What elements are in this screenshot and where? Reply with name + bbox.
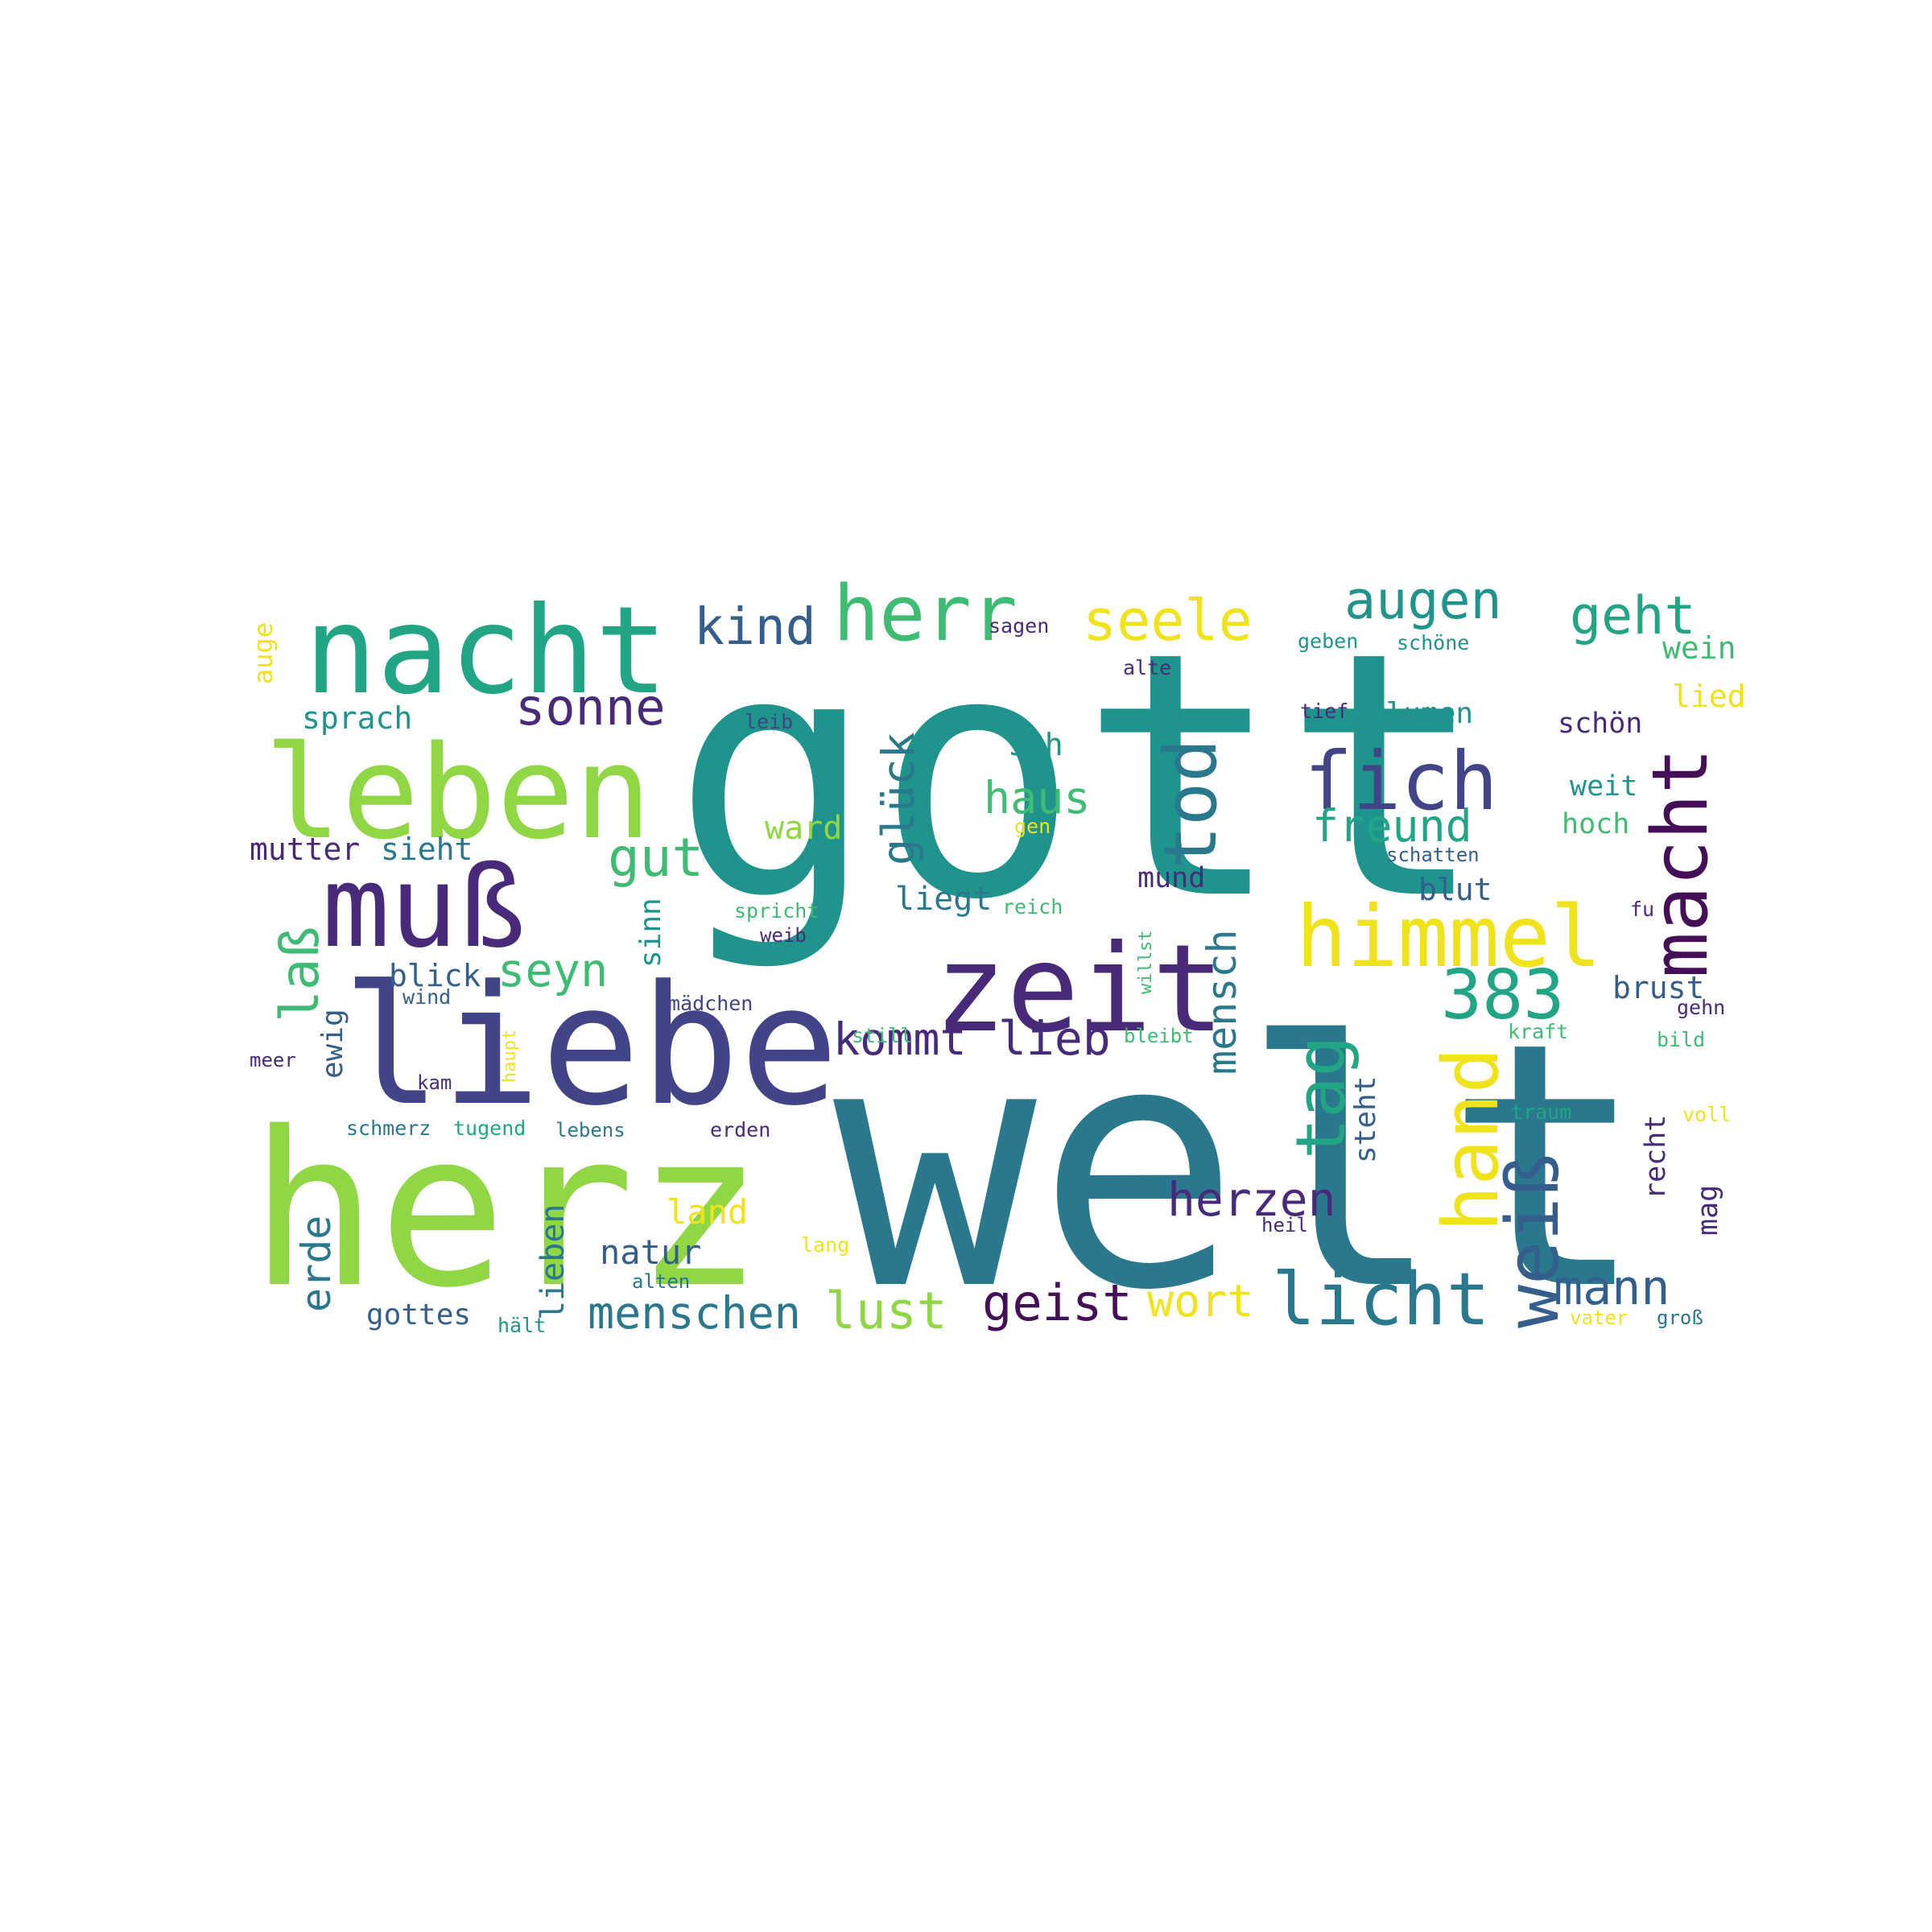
- cloud-word: liegt: [895, 881, 992, 918]
- cloud-word: voll: [1682, 1103, 1731, 1126]
- cloud-word: hält: [497, 1314, 546, 1337]
- cloud-word: lust: [825, 1282, 947, 1340]
- cloud-word: erde: [293, 1216, 340, 1312]
- cloud-word: wort: [1147, 1275, 1253, 1327]
- cloud-word: sagen: [989, 614, 1049, 638]
- cloud-word: mädchen: [668, 992, 753, 1015]
- cloud-word: mag: [1692, 1185, 1724, 1236]
- cloud-word: gehn: [1677, 996, 1725, 1019]
- cloud-word: traum: [1511, 1100, 1571, 1124]
- cloud-word: geben: [1298, 630, 1358, 653]
- cloud-word: haupt: [500, 1030, 520, 1083]
- cloud-word: herzen: [1167, 1172, 1336, 1227]
- cloud-word: gen: [1014, 815, 1051, 838]
- cloud-word: sonne: [515, 678, 666, 737]
- cloud-word: sprach: [302, 700, 412, 736]
- cloud-word: schmerz: [346, 1117, 431, 1140]
- cloud-word: ewig: [316, 1009, 349, 1079]
- cloud-word: weit: [1570, 770, 1637, 803]
- cloud-word: blumen: [1368, 697, 1473, 730]
- cloud-word: alte: [1123, 656, 1171, 679]
- cloud-word: menschen: [588, 1287, 801, 1339]
- cloud-word: erden: [710, 1118, 770, 1141]
- cloud-word: geist: [982, 1274, 1133, 1332]
- word-cloud: gottweltherzliebelebennachtzeitmußherrhi…: [248, 570, 1746, 1364]
- cloud-word: blut: [1418, 872, 1492, 907]
- cloud-word: land: [667, 1192, 748, 1232]
- cloud-word: gottes: [366, 1298, 471, 1331]
- cloud-word: sieht: [381, 832, 473, 867]
- cloud-word: schön: [1558, 708, 1642, 740]
- cloud-word: ward: [765, 810, 842, 847]
- cloud-word: lied: [1672, 679, 1746, 714]
- cloud-word: vater: [1570, 1307, 1628, 1329]
- cloud-word: spricht: [734, 899, 819, 923]
- cloud-word: schöne: [1397, 631, 1469, 654]
- cloud-word: gut: [608, 827, 704, 889]
- cloud-word: bleibt: [1124, 1025, 1194, 1047]
- cloud-word: reich: [1002, 895, 1063, 919]
- cloud-word: auge: [248, 622, 279, 684]
- cloud-word: seele: [1083, 588, 1253, 654]
- cloud-word: meer: [250, 1049, 296, 1071]
- cloud-word: willst: [1136, 931, 1156, 994]
- cloud-word: sah: [1008, 727, 1063, 762]
- cloud-word: schatten: [1386, 844, 1480, 866]
- cloud-word: tod: [1149, 738, 1233, 869]
- cloud-word: steht: [1349, 1076, 1382, 1163]
- cloud-word: seyn: [497, 944, 608, 997]
- cloud-word: leib: [745, 710, 793, 733]
- cloud-word: wein: [1662, 630, 1736, 666]
- cloud-word: lieb: [998, 1011, 1111, 1066]
- cloud-word: kraft: [1508, 1020, 1568, 1043]
- cloud-word: heil: [1261, 1214, 1308, 1236]
- cloud-word: kam: [417, 1071, 452, 1094]
- cloud-word: tief: [1300, 700, 1348, 723]
- cloud-word: natur: [600, 1232, 701, 1272]
- cloud-word: tugend: [453, 1117, 526, 1140]
- cloud-word: bild: [1657, 1028, 1705, 1051]
- cloud-word: mensch: [1199, 929, 1245, 1075]
- cloud-word: mutter: [250, 832, 360, 867]
- cloud-word: groß: [1657, 1307, 1703, 1329]
- cloud-word: laß: [269, 927, 331, 1022]
- cloud-word: lebens: [555, 1119, 625, 1141]
- cloud-word: still: [852, 1024, 912, 1047]
- cloud-word: wind: [402, 985, 451, 1009]
- cloud-word: sinn: [634, 898, 667, 968]
- cloud-word: recht: [1640, 1115, 1672, 1199]
- cloud-word: glück: [873, 732, 924, 865]
- cloud-word: licht: [1272, 1257, 1490, 1342]
- cloud-word: fu: [1630, 898, 1654, 921]
- cloud-word: alten: [632, 1270, 690, 1293]
- cloud-word: lieben: [535, 1204, 572, 1321]
- cloud-word: lang: [801, 1233, 849, 1257]
- cloud-word: augen: [1344, 571, 1502, 631]
- cloud-word: macht: [1637, 748, 1725, 978]
- cloud-word: kind: [694, 597, 816, 656]
- cloud-word: mund: [1137, 862, 1205, 894]
- cloud-word: weib: [760, 924, 807, 947]
- cloud-word: hoch: [1562, 808, 1629, 840]
